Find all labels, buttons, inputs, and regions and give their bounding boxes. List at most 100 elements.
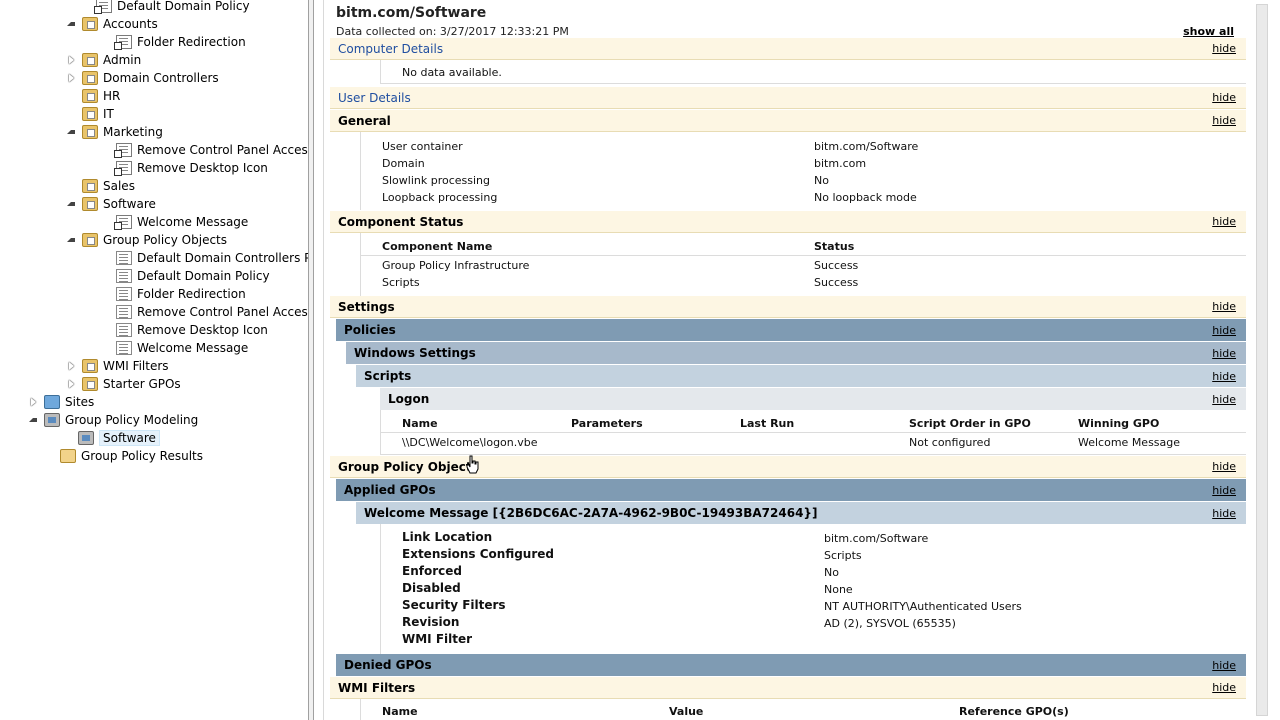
- settings-title: Settings: [338, 299, 395, 314]
- model-icon: [78, 431, 94, 445]
- tree-item[interactable]: Group Policy Results: [44, 447, 203, 465]
- expanded-arrow-icon[interactable]: [28, 415, 38, 425]
- user-details-hide-link[interactable]: hide: [1212, 91, 1236, 104]
- tree-item[interactable]: Remove Control Panel Access: [100, 303, 308, 321]
- scripts-header: Scripts hide: [356, 365, 1246, 387]
- tree-item-label: Accounts: [103, 17, 158, 31]
- component-name-header: Component Name: [382, 240, 493, 253]
- expanded-arrow-icon[interactable]: [66, 19, 76, 29]
- general-value: bitm.com: [814, 157, 867, 170]
- expanded-arrow-icon[interactable]: [66, 199, 76, 209]
- tree-item-label: HR: [103, 89, 121, 103]
- tree-item-label: Folder Redirection: [137, 287, 246, 301]
- gpolink-icon: [114, 161, 132, 176]
- denied-gpos-title: Denied GPOs: [344, 658, 432, 672]
- tree-scrollbar-gap: [314, 0, 324, 720]
- report-title: bitm.com/Software: [336, 5, 487, 21]
- tree-item[interactable]: Marketing: [66, 123, 163, 141]
- tree-item[interactable]: HR: [66, 87, 120, 105]
- tree-item[interactable]: Accounts: [66, 15, 158, 33]
- gpo-icon: [116, 341, 132, 355]
- tree-item[interactable]: Folder Redirection: [100, 285, 246, 303]
- tree-item[interactable]: Remove Control Panel Access: [100, 141, 308, 159]
- tree-item[interactable]: Sites: [28, 393, 94, 411]
- denied-gpos-hide-link[interactable]: hide: [1212, 659, 1236, 672]
- tree-item-label: Remove Desktop Icon: [137, 161, 268, 175]
- gpolink-icon: [94, 0, 112, 14]
- tree-item-label: Welcome Message: [137, 341, 249, 355]
- collapsed-arrow-icon[interactable]: [66, 361, 76, 371]
- tree-item-label: Welcome Message: [137, 215, 249, 229]
- tree-item[interactable]: Default Domain Policy: [80, 0, 250, 15]
- tree-item-label: Admin: [103, 53, 142, 67]
- gpo-detail-key: Security Filters: [402, 598, 506, 612]
- gpo-item-header: Welcome Message [{2B6DC6AC-2A7A-4962-9B0…: [356, 502, 1246, 524]
- computer-details-hide-link[interactable]: hide: [1212, 42, 1236, 55]
- tree-item[interactable]: Admin: [66, 51, 141, 69]
- general-key: User container: [382, 140, 463, 153]
- component-status-hide-link[interactable]: hide: [1212, 215, 1236, 228]
- console-tree: Default Domain Policy Accounts Folder Redi…: [0, 0, 308, 720]
- gpo-item-hide-link[interactable]: hide: [1212, 507, 1236, 520]
- windows-settings-header: Windows Settings hide: [346, 342, 1246, 364]
- settings-hide-link[interactable]: hide: [1212, 300, 1236, 313]
- tree-item-label: Remove Control Panel Access: [137, 305, 308, 319]
- policies-hide-link[interactable]: hide: [1212, 324, 1236, 337]
- expanded-arrow-icon[interactable]: [66, 235, 76, 245]
- tree-item[interactable]: Starter GPOs: [66, 375, 181, 393]
- collapsed-arrow-icon[interactable]: [28, 397, 38, 407]
- general-key: Slowlink processing: [382, 174, 490, 187]
- tree-item[interactable]: Default Domain Controllers Policy: [100, 249, 308, 267]
- show-all-link[interactable]: show all: [1183, 25, 1234, 38]
- tree-item-label: IT: [103, 107, 114, 121]
- general-key: Domain: [382, 157, 425, 170]
- computer-details-header: Computer Details hide: [330, 38, 1246, 60]
- tree-item[interactable]: IT: [66, 105, 114, 123]
- tree-item[interactable]: Folder Redirection: [100, 33, 246, 51]
- scripts-hide-link[interactable]: hide: [1212, 370, 1236, 383]
- tree-item[interactable]: Software: [66, 195, 156, 213]
- general-hide-link[interactable]: hide: [1212, 114, 1236, 127]
- collapsed-arrow-icon[interactable]: [66, 73, 76, 83]
- windows-settings-hide-link[interactable]: hide: [1212, 347, 1236, 360]
- tree-item-label: Sales: [103, 179, 135, 193]
- expanded-arrow-icon[interactable]: [66, 127, 76, 137]
- gpo-detail-value: AD (2), SYSVOL (65535): [824, 617, 956, 630]
- gpo-section-hide-link[interactable]: hide: [1212, 460, 1236, 473]
- general-value: No loopback mode: [814, 191, 917, 204]
- tree-item[interactable]: Welcome Message: [100, 213, 248, 231]
- windows-settings-title: Windows Settings: [354, 346, 476, 360]
- tree-item[interactable]: Default Domain Policy: [100, 267, 270, 285]
- collapsed-arrow-icon[interactable]: [66, 55, 76, 65]
- tree-item[interactable]: Welcome Message: [100, 339, 248, 357]
- tree-item[interactable]: Remove Desktop Icon: [100, 159, 268, 177]
- component-status-title: Component Status: [338, 214, 464, 229]
- tree-item[interactable]: Software: [62, 429, 160, 447]
- applied-gpos-hide-link[interactable]: hide: [1212, 484, 1236, 497]
- report-scrollbar[interactable]: [1246, 0, 1280, 720]
- scripts-title: Scripts: [364, 369, 412, 383]
- gpo-detail-value: Scripts: [824, 549, 862, 562]
- general-value: No: [814, 174, 829, 187]
- tree-item[interactable]: Group Policy Modeling: [28, 411, 198, 429]
- folder-icon: [82, 71, 98, 85]
- component-status: Success: [814, 259, 859, 272]
- wmi-filters-hide-link[interactable]: hide: [1212, 681, 1236, 694]
- logon-hide-link[interactable]: hide: [1212, 393, 1236, 406]
- tree-item[interactable]: Sales: [66, 177, 135, 195]
- gpolink-icon: [114, 215, 132, 230]
- tree-item-label: Group Policy Modeling: [65, 413, 199, 427]
- tree-item[interactable]: Remove Desktop Icon: [100, 321, 268, 339]
- status-header: Status: [814, 240, 855, 253]
- tree-item[interactable]: WMI Filters: [66, 357, 169, 375]
- tree-item[interactable]: Domain Controllers: [66, 69, 219, 87]
- applied-gpos-header: Applied GPOs hide: [336, 479, 1246, 501]
- collapsed-arrow-icon[interactable]: [66, 379, 76, 389]
- tree-item[interactable]: Group Policy Objects: [66, 231, 227, 249]
- divider: [380, 432, 1246, 433]
- denied-gpos-header: Denied GPOs hide: [336, 654, 1246, 676]
- component-status: Success: [814, 276, 859, 289]
- scrollbar-thumb[interactable]: [1256, 4, 1268, 716]
- folder-icon: [82, 179, 98, 193]
- folder-icon: [82, 107, 98, 121]
